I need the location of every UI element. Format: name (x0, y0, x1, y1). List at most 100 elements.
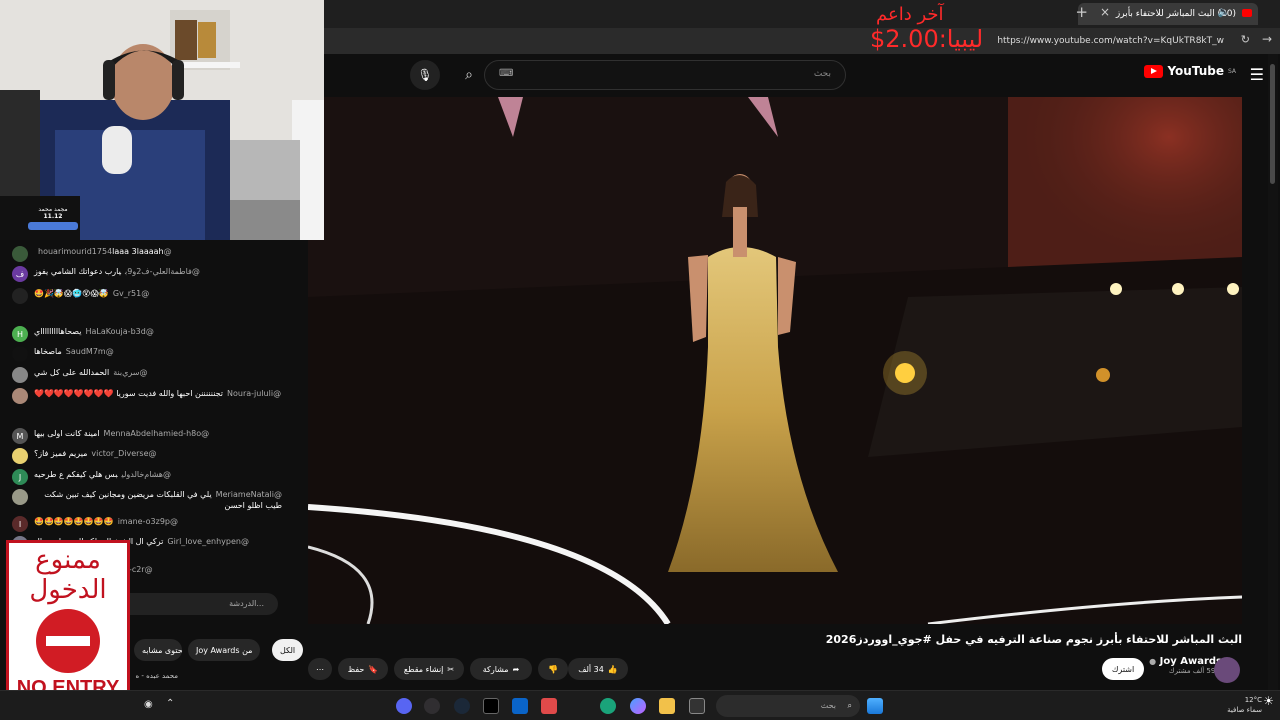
channel-avatar[interactable] (1214, 657, 1240, 683)
chat-text: تجننننننن احبها والله فديت سوريا ❤️❤️❤️❤… (34, 389, 224, 398)
chat-avatar[interactable]: M (12, 428, 28, 444)
last-donor-overlay: آخر داعم ليبيا:2.00$ (870, 4, 1000, 53)
reload-icon[interactable]: ↻ (1241, 33, 1250, 46)
chat-message: @houarimourid1754laaa 3laaaah (12, 246, 282, 262)
outlook-icon[interactable] (512, 698, 528, 714)
copilot-icon[interactable] (630, 698, 646, 714)
chat-username[interactable]: @imane-o3z9p (118, 517, 178, 526)
channel-info[interactable]: Joy Awards ● 59.7 ألف مشترك (1149, 656, 1222, 675)
search-input[interactable]: ⌨ بحث (484, 60, 846, 90)
chat-input-placeholder: الدردشة... (229, 599, 264, 608)
like-button[interactable]: 👍 34 ألف (568, 658, 628, 680)
save-button[interactable]: 🔖 حفظ (338, 658, 388, 680)
edge-icon[interactable] (600, 698, 616, 714)
chat-username[interactable]: @MeriameNatali (216, 490, 282, 499)
taskbar-search[interactable]: بحث ⌕ (716, 695, 860, 717)
chat-username[interactable]: @سري‌بنة (113, 368, 147, 377)
share-label: مشاركة (482, 664, 509, 674)
chip-related[interactable]: محتوى مشابه (134, 639, 182, 661)
clip-button[interactable]: ✂ إنشاء مقطع (394, 658, 464, 680)
chat-username[interactable]: @Gv_r51 (113, 289, 149, 298)
weather-widget[interactable]: 12°C سماء صافية (1227, 695, 1262, 715)
gift-icon[interactable] (541, 698, 557, 714)
no-entry-arabic-line2: الدخول (29, 575, 107, 605)
steam-icon[interactable] (454, 698, 470, 714)
chat-message-body: @Noura-jululiتجننننننن احبها والله فديت … (34, 388, 281, 399)
tray-chevron-icon[interactable]: ⌃ (166, 698, 174, 709)
video-title: البث المباشر للاحتفاء بأبرز نجوم صناعة ا… (826, 633, 1242, 646)
voice-search-button[interactable]: 🎙 (410, 60, 440, 90)
capcut-icon[interactable] (483, 698, 499, 714)
discord-icon[interactable] (396, 698, 412, 714)
chat-avatar[interactable]: H (12, 326, 28, 342)
chat-text: 🤯😱😵🥶😱🤯🎉🤩 (34, 289, 109, 298)
tab-close-icon[interactable]: × (1100, 5, 1110, 19)
share-button[interactable]: ➦ مشاركة (470, 658, 532, 680)
chat-avatar[interactable] (12, 346, 28, 362)
app-icon[interactable] (689, 698, 705, 714)
chat-avatar[interactable] (12, 367, 28, 383)
page-scrollbar[interactable] (1268, 54, 1278, 690)
chip-from-channel[interactable]: من Joy Awards (188, 639, 261, 661)
chat-message: J @هشام‌خالد‌ولي بس هلي كيفكم ع طرحيه (12, 469, 282, 485)
chat-avatar[interactable]: ف (12, 266, 28, 282)
wifi-icon[interactable]: ◉ (144, 699, 153, 710)
region-code: SA (1227, 67, 1236, 75)
scrollbar-thumb[interactable] (1270, 64, 1275, 184)
folder-icon[interactable] (659, 698, 675, 714)
chat-avatar[interactable] (12, 288, 28, 304)
keyboard-icon: ⌨ (499, 68, 514, 79)
chat-avatar[interactable] (12, 448, 28, 464)
bookmark-icon: 🔖 (368, 664, 379, 674)
chat-avatar[interactable] (12, 246, 28, 262)
chat-message: @Noura-jululiتجننننننن احبها والله فديت … (12, 388, 282, 404)
chat-avatar[interactable]: I (12, 516, 28, 532)
chat-avatar[interactable] (12, 388, 28, 404)
chat-avatar[interactable]: J (12, 469, 28, 485)
subscribe-label: اشترك (1111, 664, 1135, 674)
windows-start-icon[interactable] (867, 698, 883, 714)
youtube-logo[interactable]: YouTube SA (1144, 64, 1236, 78)
chat-username[interactable]: @SaudM7m (66, 347, 114, 356)
chat-message-body: @HaLaKouja-b3dيصحاهاااااااااي (34, 326, 154, 337)
back-icon[interactable]: → (1262, 32, 1272, 46)
video-player[interactable] (308, 97, 1242, 624)
chat-message: @MeriameNataliيلي في القلبكات مريضين ومج… (12, 489, 282, 511)
chat-username[interactable]: @هشام‌خالد‌ولي (122, 470, 171, 479)
chat-username[interactable]: @فاطمة‌العلي‌-ف2و9ب (125, 267, 200, 276)
dislike-button[interactable]: 👎 (538, 658, 568, 680)
menu-icon[interactable]: ☰ (1250, 65, 1264, 84)
more-icon: ⋯ (316, 664, 324, 674)
chat-username[interactable]: @victor_Diverse (91, 449, 156, 458)
mic-icon: 🎙 (417, 68, 433, 82)
no-entry-icon (36, 609, 100, 673)
chat-username[interactable]: @Girl_love_enhypen (167, 537, 249, 546)
webcam-badge (28, 222, 78, 230)
tab-audio-icon[interactable]: 🔈 (1218, 7, 1230, 18)
more-actions-button[interactable]: ⋯ (308, 658, 332, 680)
chip-all[interactable]: الكل (272, 639, 304, 661)
last-donor-value: ليبيا:2.00$ (870, 25, 984, 53)
obs-icon[interactable] (424, 698, 440, 714)
temperature: 12°C (1244, 696, 1262, 704)
chat-message: @SaudM7m ماصخاها (12, 346, 282, 362)
browser-tabbar: (20) البث المباشر للاحتفاء بأبرز × + 🔈 (324, 0, 1280, 28)
chat-message-body: @imane-o3z9p 🤩🤩🤩🤩🤩🤩🤩🤩 (34, 516, 178, 527)
search-button[interactable]: ⌕ (452, 60, 486, 90)
chat-message-body: @MeriameNataliيلي في القلبكات مريضين ومج… (34, 489, 282, 511)
chat-text: يارب دعواتك الشامي يفوز (34, 267, 121, 276)
chat-username[interactable]: @Noura-jululi (227, 389, 281, 398)
chat-message: H @HaLaKouja-b3dيصحاهاااااااااي (12, 326, 282, 342)
chat-text: ميريم فميز فاز؟ (34, 449, 88, 458)
save-label: حفظ (347, 664, 365, 674)
weather-icon: ☀ (1263, 694, 1274, 708)
chip-related-label: محتوى مشابه (142, 645, 182, 655)
chat-username[interactable]: @MennaAbdelhamied-h8o (104, 429, 210, 438)
chat-text: 🤩🤩🤩🤩🤩🤩🤩🤩 (34, 517, 114, 526)
new-tab-button[interactable]: + (1075, 3, 1088, 21)
channel-name[interactable]: Joy Awards ● (1149, 656, 1222, 667)
below-chat-preview[interactable]: محمد عبده - ه (134, 672, 298, 688)
subscribe-button[interactable]: اشترك (1102, 658, 1144, 680)
chat-avatar[interactable] (12, 489, 28, 505)
chat-username[interactable]: @HaLaKouja-b3d (85, 327, 153, 336)
